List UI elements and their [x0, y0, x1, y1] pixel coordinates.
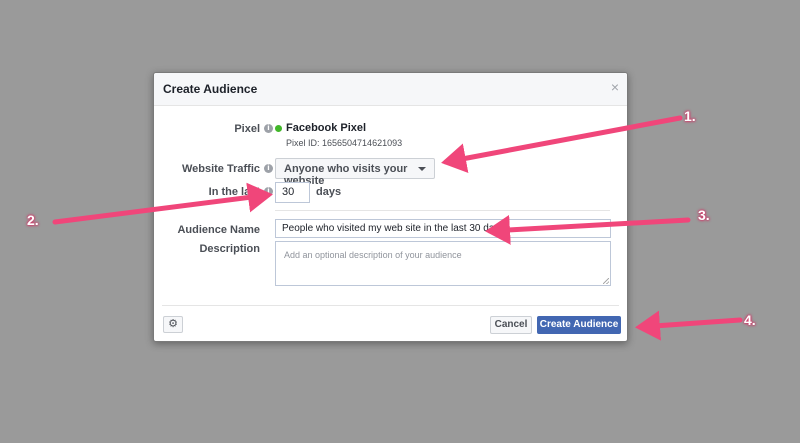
annotation-label-1: 1.	[684, 108, 696, 124]
annotation-label-3: 3.	[698, 207, 710, 223]
form-divider	[275, 210, 610, 211]
website-traffic-label: Website Traffic	[181, 163, 260, 175]
create-audience-dialog: Create Audience × Pixel i Facebook Pixel…	[153, 72, 628, 342]
dialog-title: Create Audience	[163, 82, 258, 96]
resize-grip-icon[interactable]	[603, 278, 609, 284]
audience-name-input[interactable]: People who visited my web site in the la…	[275, 219, 611, 238]
create-audience-button[interactable]: Create Audience	[537, 316, 621, 334]
description-textarea[interactable]: Add an optional description of your audi…	[275, 241, 611, 286]
pixel-status-dot	[275, 125, 282, 132]
audience-name-label: Audience Name	[177, 224, 260, 236]
dialog-header: Create Audience ×	[154, 73, 627, 106]
close-icon[interactable]: ×	[611, 80, 619, 94]
gear-icon: ⚙	[168, 318, 178, 330]
pixel-id: Pixel ID: 1656504714621093	[286, 138, 403, 148]
annotation-label-2: 2.	[27, 212, 39, 228]
pixel-name: Facebook Pixel	[286, 122, 367, 134]
days-input[interactable]: 30	[275, 182, 310, 203]
in-the-last-label: In the last	[208, 186, 260, 198]
chevron-down-icon	[418, 167, 426, 171]
pixel-label: Pixel	[234, 123, 260, 135]
cancel-button[interactable]: Cancel	[490, 316, 532, 334]
in-last-info-icon[interactable]: i	[264, 187, 273, 196]
website-traffic-dropdown[interactable]: Anyone who visits your website	[275, 158, 435, 187]
annotation-label-4: 4.	[744, 312, 756, 328]
days-unit-label: days	[316, 186, 342, 198]
description-label: Description	[199, 243, 260, 255]
description-placeholder: Add an optional description of your audi…	[284, 250, 462, 260]
footer-divider	[162, 305, 619, 306]
arrow-4	[635, 310, 743, 341]
settings-button[interactable]: ⚙	[163, 316, 183, 333]
traffic-info-icon[interactable]: i	[264, 164, 273, 173]
pixel-info-icon[interactable]: i	[264, 124, 273, 133]
